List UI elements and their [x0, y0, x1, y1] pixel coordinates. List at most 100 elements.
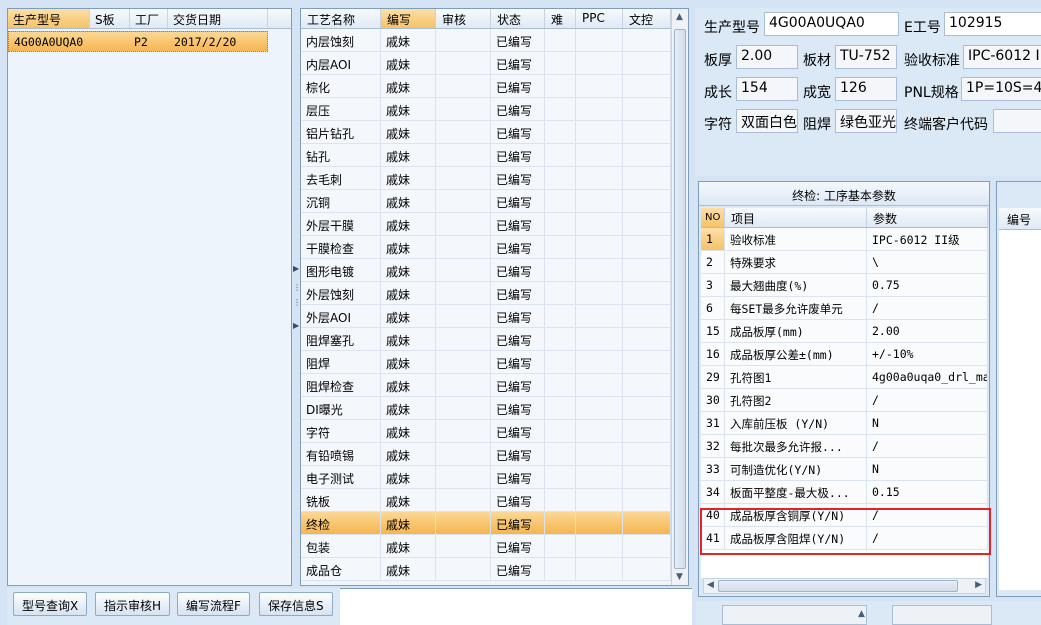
- param-row[interactable]: 29 孔符图1 4g00a0uqa0_drl_ma: [701, 366, 988, 389]
- process-cell: [576, 236, 623, 258]
- process-row[interactable]: 有铅喷锡 戚妹 已编写: [301, 443, 688, 466]
- process-cell: 戚妹: [381, 213, 436, 235]
- process-cell: 有铅喷锡: [301, 443, 381, 465]
- hscroll-thumb[interactable]: [718, 580, 958, 592]
- col-date[interactable]: 交货日期: [168, 9, 268, 28]
- process-cell: 戚妹: [381, 305, 436, 327]
- col-writer[interactable]: 编写: [381, 9, 436, 28]
- param-row[interactable]: 31 入库前压板 (Y/N) N: [701, 412, 988, 435]
- numbering-header[interactable]: 编号: [999, 208, 1041, 230]
- param-row[interactable]: 16 成品板厚公差±(mm) +/-10%: [701, 343, 988, 366]
- process-row[interactable]: 外层AOI 戚妹 已编写: [301, 305, 688, 328]
- process-row[interactable]: 内层AOI 戚妹 已编写: [301, 52, 688, 75]
- process-row[interactable]: 棕化 戚妹 已编写: [301, 75, 688, 98]
- col-process-name[interactable]: 工艺名称: [301, 9, 381, 28]
- process-row[interactable]: 外层蚀刻 戚妹 已编写: [301, 282, 688, 305]
- param-cell: 29: [701, 366, 725, 388]
- process-row[interactable]: 终检 戚妹 已编写: [301, 512, 688, 535]
- process-row[interactable]: 干膜检查 戚妹 已编写: [301, 236, 688, 259]
- process-cell: 已编写: [491, 489, 545, 511]
- scroll-left-icon[interactable]: ◀: [707, 580, 714, 590]
- process-row[interactable]: 成品仓 戚妹 已编写: [301, 558, 688, 581]
- process-cell: [576, 52, 623, 74]
- col-difficulty[interactable]: 难: [545, 9, 576, 28]
- write-flow-button[interactable]: 编写流程F: [177, 592, 250, 616]
- process-cell: 已编写: [491, 52, 545, 74]
- param-row[interactable]: 15 成品板厚(mm) 2.00: [701, 320, 988, 343]
- process-row[interactable]: 外层干膜 戚妹 已编写: [301, 213, 688, 236]
- thickness-field[interactable]: 2.00: [736, 45, 798, 69]
- material-field[interactable]: TU-752: [835, 45, 897, 69]
- save-info-button[interactable]: 保存信息S: [259, 592, 333, 616]
- process-row[interactable]: 沉铜 戚妹 已编写: [301, 190, 688, 213]
- col-reviewer[interactable]: 审核: [436, 9, 491, 28]
- process-cell: [576, 190, 623, 212]
- param-row[interactable]: 30 孔符图2/: [701, 389, 988, 412]
- process-row[interactable]: 阻焊检查 戚妹 已编写: [301, 374, 688, 397]
- process-row[interactable]: 铣板 戚妹 已编写: [301, 489, 688, 512]
- param-cell: \: [867, 251, 988, 273]
- char-field[interactable]: 双面白色: [736, 109, 798, 133]
- process-row[interactable]: 阻焊塞孔 戚妹 已编写: [301, 328, 688, 351]
- process-row[interactable]: 包装 戚妹 已编写: [301, 535, 688, 558]
- process-row[interactable]: 层压 戚妹 已编写: [301, 98, 688, 121]
- standard-field[interactable]: IPC-6012 II: [963, 45, 1041, 69]
- bottom-field[interactable]: [892, 605, 992, 625]
- process-cell: [623, 190, 671, 212]
- process-row[interactable]: 字符 戚妹 已编写: [301, 420, 688, 443]
- pnl-field[interactable]: 1P=10S=4U: [961, 77, 1041, 101]
- process-scrollbar[interactable]: ▲ ▼: [671, 9, 688, 585]
- param-row[interactable]: 1 验收标准 IPC-6012 II级: [701, 228, 988, 251]
- process-row[interactable]: 图形电镀 戚妹 已编写: [301, 259, 688, 282]
- scroll-up-icon[interactable]: ▲: [676, 12, 683, 22]
- process-cell: [623, 29, 671, 51]
- vertical-splitter[interactable]: ▶ ⋮ ⋮ ▶: [292, 8, 301, 586]
- process-cell: 铣板: [301, 489, 381, 511]
- param-row[interactable]: 32 每批次最多允许报... /: [701, 435, 988, 458]
- process-row[interactable]: 去毛刺 戚妹 已编写: [301, 167, 688, 190]
- col-item[interactable]: 项目: [725, 208, 867, 227]
- col-s[interactable]: S板: [90, 9, 130, 28]
- col-value[interactable]: 参数: [867, 208, 988, 227]
- length-field[interactable]: 154: [736, 77, 798, 101]
- col-model[interactable]: 生产型号: [8, 9, 90, 28]
- process-cell: 戚妹: [381, 98, 436, 120]
- process-row[interactable]: DI曝光 戚妹 已编写: [301, 397, 688, 420]
- model-query-button[interactable]: 型号查询X: [13, 592, 88, 616]
- process-row[interactable]: 铝片钻孔 戚妹 已编写: [301, 121, 688, 144]
- param-row[interactable]: 2 特殊要求 \: [701, 251, 988, 274]
- col-factory[interactable]: 工厂: [130, 9, 168, 28]
- bottom-strip: ▲: [696, 601, 1041, 625]
- col-no[interactable]: NO: [701, 208, 725, 227]
- col-doc-control[interactable]: 文控: [623, 9, 671, 28]
- param-row[interactable]: 33 可制造优化(Y/N) N: [701, 458, 988, 481]
- process-row[interactable]: 电子测试 戚妹 已编写: [301, 466, 688, 489]
- scroll-down-icon[interactable]: ▼: [676, 572, 683, 582]
- col-ppc[interactable]: PPC: [576, 9, 623, 28]
- model-field[interactable]: 4G00A0UQA0: [764, 12, 899, 36]
- param-row[interactable]: 6 每SET最多允许废单元 /: [701, 297, 988, 320]
- client-field[interactable]: [993, 109, 1041, 133]
- process-row[interactable]: 阻焊 戚妹 已编写: [301, 351, 688, 374]
- order-row[interactable]: 4G00A0UQA0 P2 2017/2/20: [8, 31, 268, 52]
- process-row[interactable]: 钻孔 戚妹 已编写: [301, 144, 688, 167]
- params-hscrollbar[interactable]: ◀ ▶: [703, 578, 986, 594]
- process-cell: [623, 489, 671, 511]
- eno-field[interactable]: 102915: [944, 12, 1041, 36]
- mask-field[interactable]: 绿色亚光: [835, 109, 897, 133]
- process-cell: [436, 52, 491, 74]
- param-row[interactable]: 34 板面平整度-最大极... 0.15: [701, 481, 988, 504]
- process-cell: [623, 236, 671, 258]
- instruction-review-button[interactable]: 指示审核H: [95, 592, 171, 616]
- width-field[interactable]: 126: [835, 77, 897, 101]
- process-row[interactable]: 内层蚀刻 戚妹 已编写: [301, 29, 688, 52]
- process-cell: [623, 443, 671, 465]
- bottom-field[interactable]: [722, 605, 867, 625]
- col-status[interactable]: 状态: [491, 9, 545, 28]
- process-cell: 戚妹: [381, 374, 436, 396]
- scroll-up-icon[interactable]: ▲: [858, 609, 865, 619]
- scroll-thumb[interactable]: [674, 29, 686, 569]
- scroll-right-icon[interactable]: ▶: [975, 580, 982, 590]
- param-row[interactable]: 3 最大翘曲度(%) 0.75: [701, 274, 988, 297]
- param-cell: 验收标准: [725, 228, 867, 250]
